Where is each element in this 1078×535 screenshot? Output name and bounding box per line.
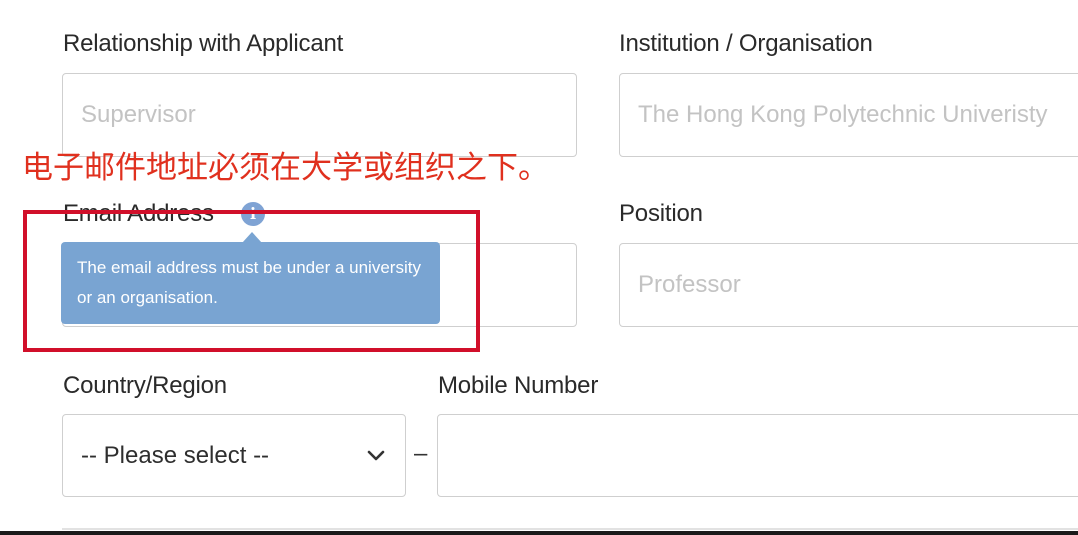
institution-input[interactable] [620, 74, 1078, 156]
country-select-value: -- Please select -- [81, 441, 270, 469]
mobile-field[interactable] [437, 414, 1078, 497]
mobile-separator: – [414, 440, 428, 467]
position-input[interactable] [620, 244, 1078, 326]
country-label: Country/Region [63, 372, 227, 399]
bottom-edge [0, 531, 1078, 535]
position-field[interactable] [619, 243, 1078, 327]
annotation-highlight-box [23, 210, 480, 352]
relationship-label: Relationship with Applicant [63, 30, 344, 57]
form-divider [62, 528, 1078, 530]
institution-label: Institution / Organisation [619, 30, 873, 57]
annotation-text: 电子邮件地址必须在大学或组织之下。 [22, 150, 549, 186]
position-label: Position [619, 200, 703, 227]
chevron-down-icon [367, 450, 385, 460]
mobile-label: Mobile Number [438, 372, 599, 399]
mobile-input[interactable] [438, 415, 1078, 496]
country-select[interactable]: -- Please select -- [62, 414, 406, 497]
institution-field[interactable] [619, 73, 1078, 157]
